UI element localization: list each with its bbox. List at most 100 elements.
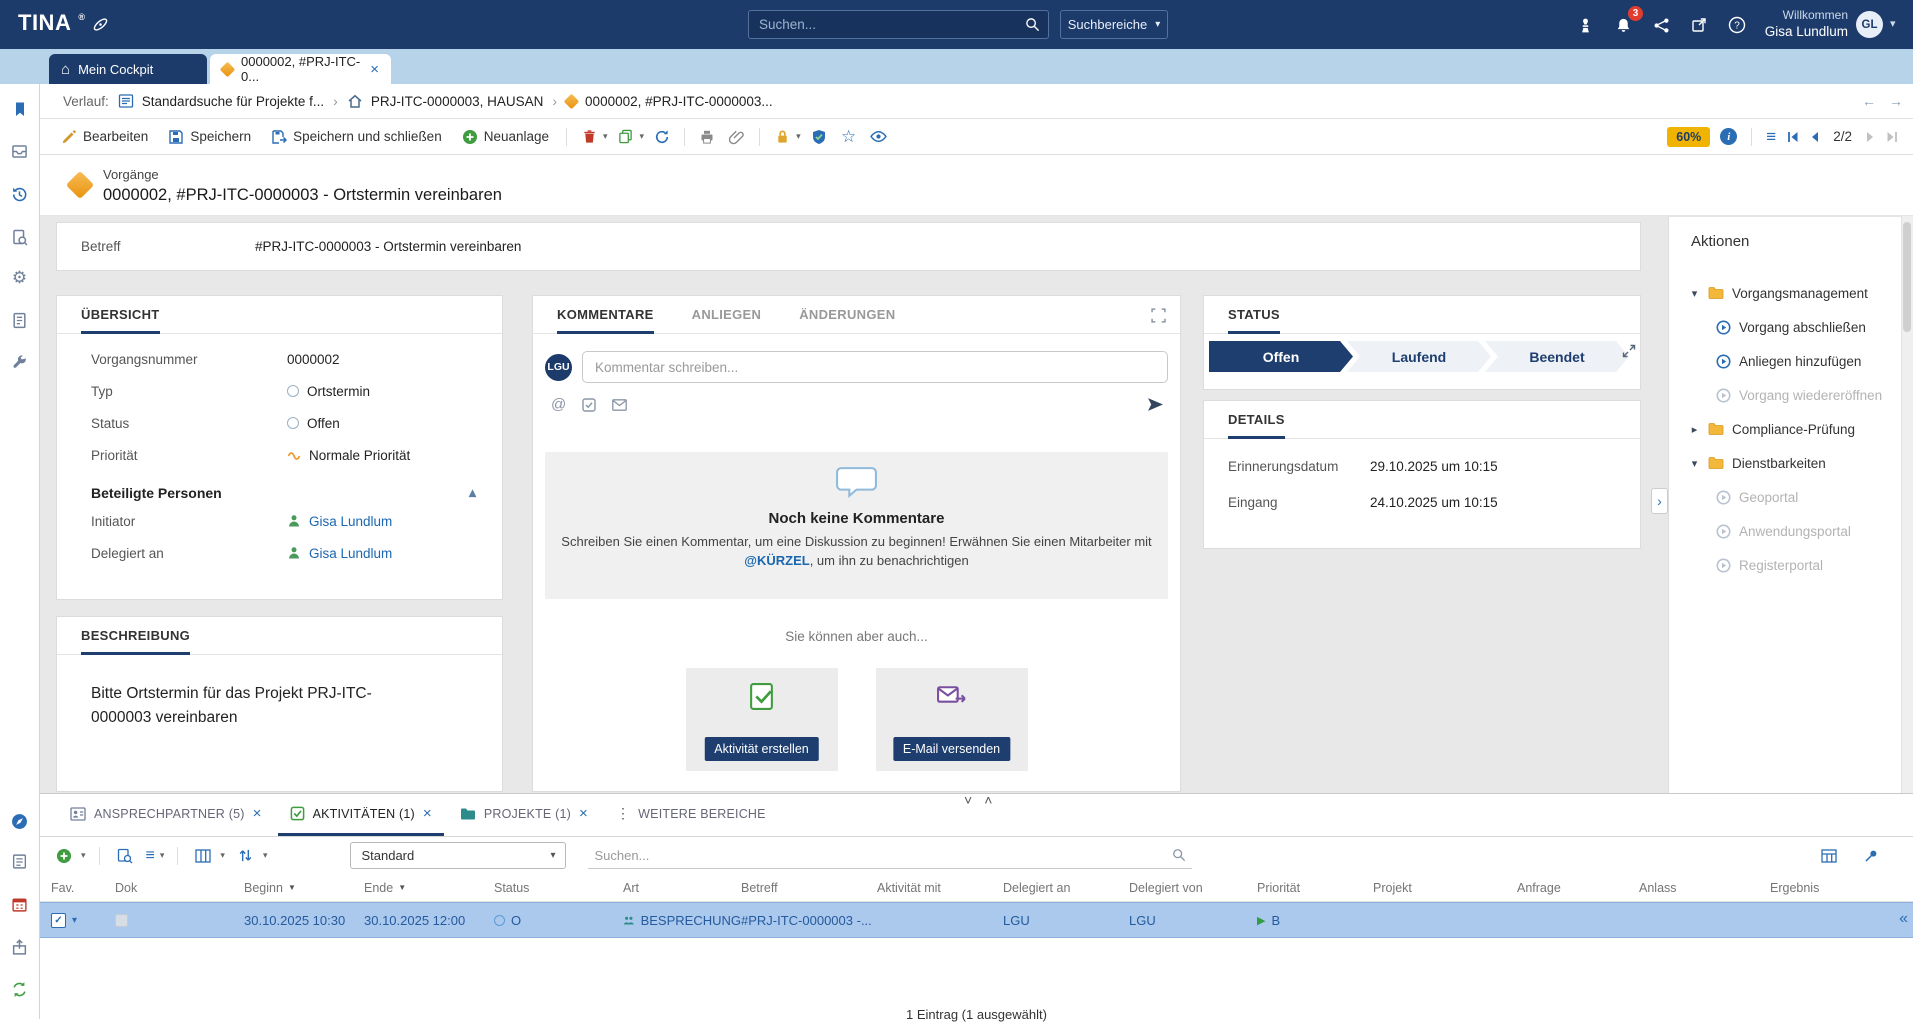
column-ergebnis[interactable]: Ergebnis bbox=[1770, 881, 1913, 895]
task-icon[interactable] bbox=[582, 398, 596, 412]
tab-aenderungen[interactable]: ÄNDERUNGEN bbox=[799, 307, 895, 334]
tab-ansprechpartner[interactable]: ANSPRECHPARTNER (5) × bbox=[58, 794, 274, 836]
gear-icon[interactable]: ⚙ bbox=[0, 259, 39, 297]
document-search-icon[interactable] bbox=[0, 218, 39, 256]
save-and-close-button[interactable]: Speichern und schließen bbox=[264, 125, 449, 149]
column-delegiert-von[interactable]: Delegiert von bbox=[1129, 881, 1257, 895]
list-search-icon[interactable] bbox=[113, 845, 137, 867]
column-status[interactable]: Status bbox=[494, 881, 623, 895]
status-step-beendet[interactable]: Beendet bbox=[1485, 341, 1629, 372]
sort-dropdown-chevron-icon[interactable]: ▾ bbox=[263, 850, 268, 861]
history-icon[interactable] bbox=[0, 175, 39, 213]
table-row[interactable]: ✓ ▾ 30.10.2025 10:30 30.10.2025 12:00 O … bbox=[40, 902, 1913, 938]
tab-uebersicht[interactable]: ÜBERSICHT bbox=[81, 307, 160, 334]
column-delegiert-an[interactable]: Delegiert an bbox=[1003, 881, 1129, 895]
expander-icon[interactable]: ▾ bbox=[1689, 457, 1700, 470]
column-prioritaet[interactable]: Priorität bbox=[1257, 881, 1373, 895]
tab-record[interactable]: 0000002, #PRJ-ITC-0... × bbox=[210, 54, 391, 84]
search-icon[interactable] bbox=[1172, 848, 1186, 862]
row-menu-chevron-icon[interactable]: ▾ bbox=[72, 915, 77, 926]
collapse-up-icon[interactable]: ˄ bbox=[984, 792, 992, 808]
close-icon[interactable]: × bbox=[370, 61, 379, 78]
calendar-icon[interactable] bbox=[0, 885, 39, 923]
collapse-down-icon[interactable]: ˅ bbox=[964, 792, 972, 808]
column-betreff[interactable]: Betreff bbox=[741, 881, 877, 895]
wrench-icon[interactable] bbox=[0, 343, 39, 381]
scrollbar-track[interactable] bbox=[1901, 216, 1913, 793]
geoportal-compass-icon[interactable] bbox=[0, 802, 39, 840]
column-ende[interactable]: Ende▼ bbox=[364, 881, 494, 895]
permissions-icon[interactable] bbox=[807, 125, 831, 149]
columns-button[interactable] bbox=[191, 845, 215, 867]
sort-button[interactable] bbox=[234, 845, 258, 867]
view-selector[interactable]: Standard ▾ bbox=[350, 842, 566, 869]
delegiert-an-link[interactable]: Gisa Lundlum bbox=[309, 546, 392, 561]
notes-icon[interactable] bbox=[0, 842, 39, 880]
search-scope-dropdown[interactable]: Suchbereiche ▾ bbox=[1060, 10, 1168, 39]
next-page-button[interactable] bbox=[1864, 131, 1876, 143]
notifications-bell-icon[interactable]: 3 bbox=[1610, 12, 1636, 38]
copy-dropdown-chevron-icon[interactable]: ▾ bbox=[640, 131, 645, 142]
edit-button[interactable]: Bearbeiten bbox=[54, 125, 155, 149]
bookmark-icon[interactable] bbox=[0, 90, 39, 128]
info-icon[interactable]: i bbox=[1720, 128, 1737, 145]
tab-kommentare[interactable]: KOMMENTARE bbox=[557, 307, 654, 334]
delete-button[interactable] bbox=[577, 125, 601, 149]
create-activity-tile[interactable]: Aktivität erstellen bbox=[686, 668, 838, 771]
send-comment-icon[interactable] bbox=[1147, 397, 1164, 412]
row-checkbox[interactable]: ✓ bbox=[51, 913, 66, 928]
lock-button[interactable] bbox=[770, 125, 794, 149]
sync-icon[interactable] bbox=[0, 970, 39, 1008]
send-email-tile[interactable]: E-Mail versenden bbox=[876, 668, 1028, 771]
avatar[interactable]: GL bbox=[1856, 11, 1883, 38]
status-step-offen[interactable]: Offen bbox=[1209, 341, 1353, 372]
menu-icon[interactable]: ≡ bbox=[1766, 127, 1776, 147]
save-button[interactable]: Speichern bbox=[161, 125, 258, 149]
tree-action-vorgang-abschliessen[interactable]: Vorgang abschließen bbox=[1669, 310, 1901, 344]
share-icon[interactable] bbox=[1648, 12, 1674, 38]
expander-icon[interactable]: ▾ bbox=[1689, 287, 1700, 300]
status-step-laufend[interactable]: Laufend bbox=[1347, 341, 1491, 372]
tab-aktivitaeten[interactable]: AKTIVITÄTEN (1) × bbox=[278, 794, 444, 836]
print-button[interactable] bbox=[695, 125, 719, 149]
first-page-button[interactable] bbox=[1786, 131, 1799, 143]
tab-weitere-bereiche[interactable]: ⋮ WEITERE BEREICHE bbox=[604, 794, 778, 836]
create-activity-button[interactable]: Aktivität erstellen bbox=[704, 737, 818, 761]
list-search-input[interactable] bbox=[588, 848, 1172, 863]
view-list-icon[interactable]: ≡ bbox=[146, 847, 155, 865]
delete-dropdown-chevron-icon[interactable]: ▾ bbox=[603, 131, 608, 142]
tree-folder-dienstbarkeiten[interactable]: ▾ Dienstbarkeiten bbox=[1669, 446, 1901, 480]
progress-badge[interactable]: 60% bbox=[1667, 127, 1710, 147]
fullscreen-icon[interactable] bbox=[1151, 308, 1166, 323]
refresh-button[interactable] bbox=[650, 125, 674, 149]
column-aktivitaet-mit[interactable]: Aktivität mit bbox=[877, 881, 1003, 895]
attachment-button[interactable] bbox=[725, 125, 749, 149]
column-projekt[interactable]: Projekt bbox=[1373, 881, 1517, 895]
expand-diagonal-icon[interactable] bbox=[1622, 344, 1636, 358]
collapse-section-chevron-icon[interactable]: ▴ bbox=[469, 484, 476, 501]
export-icon[interactable] bbox=[0, 928, 39, 966]
tab-anliegen[interactable]: ANLIEGEN bbox=[692, 307, 762, 334]
table-settings-icon[interactable] bbox=[1817, 845, 1841, 867]
mail-icon[interactable] bbox=[612, 399, 627, 411]
column-anfrage[interactable]: Anfrage bbox=[1517, 881, 1639, 895]
pin-icon[interactable] bbox=[1859, 845, 1883, 867]
close-icon[interactable]: × bbox=[253, 805, 262, 822]
column-anlass[interactable]: Anlass bbox=[1639, 881, 1770, 895]
previous-page-button[interactable] bbox=[1809, 131, 1821, 143]
tree-folder-compliance-pruefung[interactable]: ▸ Compliance-Prüfung bbox=[1669, 412, 1901, 446]
breadcrumb-item-project[interactable]: PRJ-ITC-0000003, HAUSAN bbox=[347, 93, 544, 109]
scrollbar-thumb[interactable] bbox=[1903, 222, 1911, 332]
view-dropdown-chevron-icon[interactable]: ▾ bbox=[160, 850, 165, 861]
comment-input[interactable] bbox=[582, 351, 1168, 383]
external-link-icon[interactable] bbox=[1686, 12, 1712, 38]
close-icon[interactable]: × bbox=[579, 805, 588, 822]
favorite-star-icon[interactable]: ☆ bbox=[837, 125, 861, 149]
column-beginn[interactable]: Beginn▼ bbox=[244, 881, 364, 895]
history-back-icon[interactable]: ← bbox=[1862, 93, 1876, 109]
tab-beschreibung[interactable]: BESCHREIBUNG bbox=[81, 628, 190, 655]
help-icon[interactable]: ? bbox=[1724, 12, 1750, 38]
statue-icon[interactable] bbox=[1572, 12, 1598, 38]
add-dropdown-chevron-icon[interactable]: ▾ bbox=[81, 850, 86, 861]
columns-dropdown-chevron-icon[interactable]: ▾ bbox=[220, 850, 225, 861]
